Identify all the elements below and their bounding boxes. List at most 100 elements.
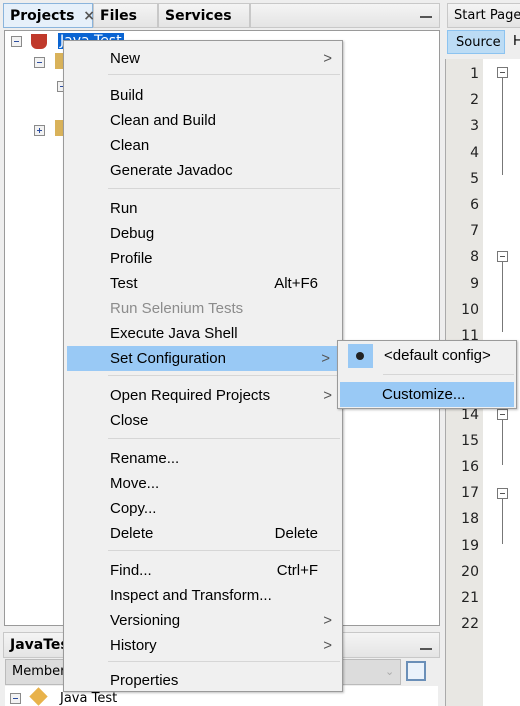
line-number: 20 [461,563,479,580]
line-number: 1 [470,66,479,82]
shortcut-label: Ctrl+F [276,562,318,579]
fold-icon[interactable] [497,488,508,499]
tab-services[interactable]: Services [158,3,250,28]
fold-icon[interactable] [497,409,508,420]
menu-item-label: Find... [110,562,152,579]
shortcut-label: Delete [274,525,318,542]
menu-item-label: Build [110,87,144,104]
menu-item-label: Clean [110,137,150,154]
menu-item-label: New [110,50,141,67]
menu-item-copy[interactable]: Copy... [64,496,342,521]
chevron-right-icon: > [323,50,332,67]
separator [108,74,340,75]
collapse-toggle[interactable] [34,57,45,68]
menu-item-debug[interactable]: Debug [64,221,342,246]
radio-selected-icon [348,344,373,368]
history-tab[interactable]: H [513,34,520,49]
customize-label: Customize... [382,386,466,403]
menu-item-label: Inspect and Transform... [110,587,272,604]
source-tab[interactable]: Source [447,30,505,54]
menu-item-open-required-projects[interactable]: Open Required Projects > [64,383,342,408]
chevron-right-icon: > [323,637,332,654]
menu-item-versioning[interactable]: Versioning > [64,608,342,633]
menu-item-label: Close [110,412,149,429]
menu-item-label: Test [110,275,138,292]
menu-item-set-configuration[interactable]: Set Configuration > [67,346,340,371]
submenu-item-default-config[interactable]: <default config> [384,347,491,364]
menu-item-label: History [110,637,157,654]
submenu-item-customize[interactable]: Customize... [340,382,514,407]
menu-item-label: Run Selenium Tests [110,300,244,317]
menu-item-clean-and-build[interactable]: Clean and Build [64,108,342,133]
separator [108,550,340,551]
line-number: 22 [461,616,479,633]
line-number: 5 [470,170,479,187]
menu-item-find[interactable]: Find... Ctrl+F [64,558,342,583]
minimize-icon[interactable] [420,16,432,18]
menu-item-history[interactable]: History > [64,633,342,658]
minimize-icon[interactable] [420,648,432,650]
chevron-right-icon: > [321,350,330,367]
line-number: 16 [461,459,479,475]
expand-toggle[interactable] [34,125,45,136]
menu-item-label: Generate Javadoc [110,162,233,179]
chevron-down-icon[interactable]: ⌄ [385,665,394,678]
tab-projects[interactable]: Projects × [3,3,95,28]
menu-item-test[interactable]: Test Alt+F6 [64,271,342,296]
line-number: 9 [470,275,479,292]
menu-item-run-selenium-tests[interactable]: Run Selenium Tests [64,296,342,321]
chevron-right-icon: > [323,387,332,404]
context-menu: New > Build Clean and Build Clean Generate Ja… [63,40,343,692]
line-number: 19 [461,537,479,554]
separator [108,661,340,662]
coffee-cup-icon [31,34,47,49]
menu-item-label: Execute Java Shell [110,325,238,342]
class-icon [29,687,48,706]
menu-item-label: Debug [110,225,155,242]
menu-item-delete[interactable]: Delete Delete [64,521,342,546]
line-number: 3 [470,118,479,135]
tab-files[interactable]: Files [93,3,158,28]
menu-item-new[interactable]: New > [64,46,342,71]
line-number: 4 [470,144,479,161]
menu-item-label: Properties [110,672,179,689]
menu-item-build[interactable]: Build [64,83,342,108]
menu-item-label: Profile [110,250,153,267]
fold-line [502,78,503,175]
book-icon[interactable] [406,661,426,681]
menu-item-label: Set Configuration [110,350,226,367]
collapse-toggle[interactable] [10,693,21,704]
line-number: 6 [470,197,479,213]
menu-item-label: Delete [110,525,154,542]
separator [108,375,340,376]
fold-line [502,420,503,465]
fold-line [502,262,503,332]
fold-icon[interactable] [497,67,508,78]
menu-item-profile[interactable]: Profile [64,246,342,271]
tab-start-page[interactable]: Start Page [447,3,520,28]
menu-item-label: Copy... [110,500,157,517]
menu-item-close[interactable]: Close [64,408,342,433]
menu-item-clean[interactable]: Clean [64,133,342,158]
line-number: 10 [461,301,479,318]
separator [108,438,340,439]
menu-item-properties[interactable]: Properties [64,668,342,693]
menu-item-generate-javadoc[interactable]: Generate Javadoc [64,158,342,183]
menu-item-label: Clean and Build [110,112,216,129]
menu-item-execute-java-shell[interactable]: Execute Java Shell [64,321,342,346]
navigator-root-label[interactable]: Java Test [60,692,117,706]
menu-item-inspect-and-transform[interactable]: Inspect and Transform... [64,583,342,608]
line-number: 2 [470,92,479,109]
menu-item-label: Run [110,200,138,217]
menu-item-move[interactable]: Move... [64,471,342,496]
menu-item-run[interactable]: Run [64,196,342,221]
line-number: 18 [461,511,479,528]
fold-icon[interactable] [497,251,508,262]
set-configuration-submenu: <default config> Customize... [337,340,517,409]
menu-item-label: Move... [110,475,160,492]
collapse-toggle[interactable] [11,36,22,47]
line-number: 8 [470,249,479,266]
line-number: 21 [461,590,479,606]
fold-line [502,499,503,544]
menu-item-rename[interactable]: Rename... [64,446,342,471]
